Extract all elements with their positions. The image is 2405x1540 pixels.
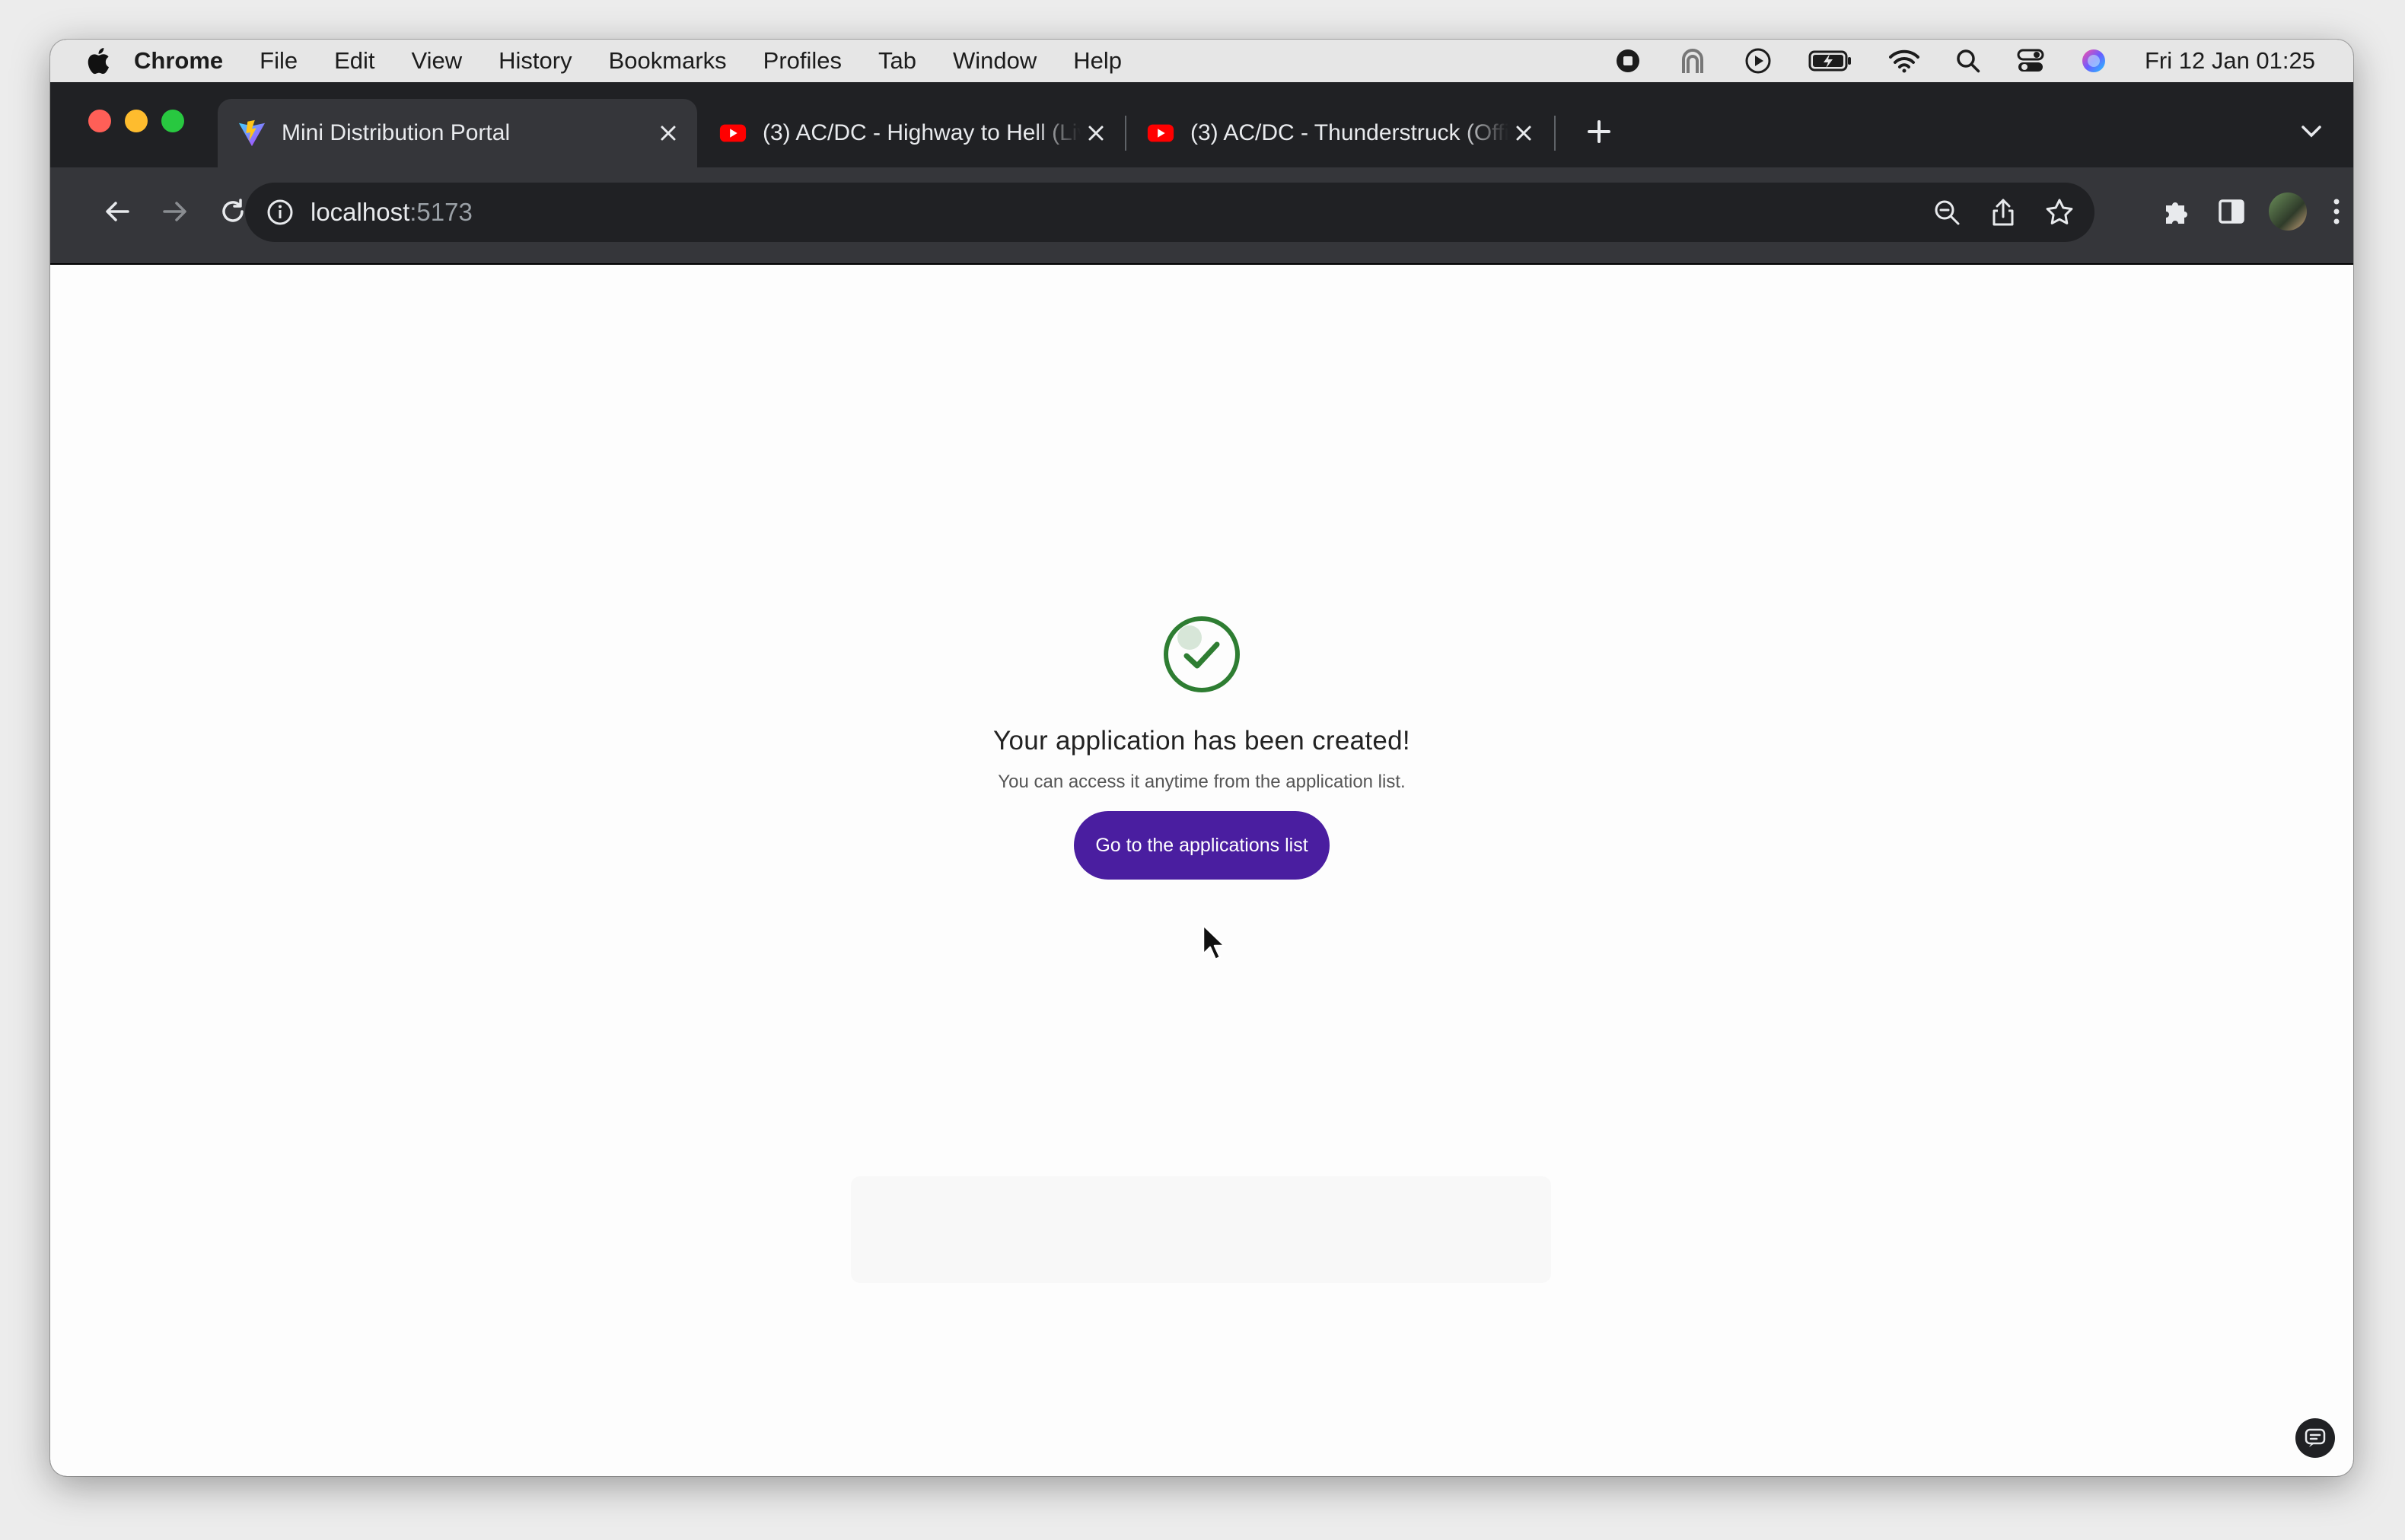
close-tab-icon[interactable] xyxy=(653,118,683,148)
success-panel: Your application has been created! You c… xyxy=(50,615,2353,880)
tab-title: Mini Distribution Portal xyxy=(282,120,511,145)
tab-mini-distribution-portal[interactable]: Mini Distribution Portal xyxy=(218,99,697,167)
zoom-icon[interactable] xyxy=(1924,189,1970,235)
menu-file[interactable]: File xyxy=(260,47,298,75)
play-icon[interactable] xyxy=(1744,47,1772,75)
avatar xyxy=(2269,192,2307,231)
tab-title: (3) AC/DC - Thunderstruck (Official xyxy=(1190,120,1508,145)
page-viewport: Your application has been created! You c… xyxy=(50,265,2353,1476)
tab-title: (3) AC/DC - Highway to Hell (Live xyxy=(763,120,1081,145)
control-center-icon[interactable] xyxy=(2017,49,2044,73)
window-controls xyxy=(88,110,198,132)
go-to-applications-list-button[interactable]: Go to the applications list xyxy=(1074,811,1330,880)
tab-highway-to-hell[interactable]: (3) AC/DC - Highway to Hell (Live xyxy=(699,99,1125,167)
url-text[interactable]: localhost:5173 xyxy=(311,198,473,227)
extensions-button[interactable] xyxy=(2152,189,2198,234)
faded-toast xyxy=(851,1176,1551,1283)
wifi-icon[interactable] xyxy=(1888,49,1919,73)
tab-separator xyxy=(1554,116,1556,151)
mouse-cursor-icon xyxy=(1202,924,1226,961)
browser-toolbar: localhost:5173 xyxy=(50,167,2353,265)
chevron-down-icon xyxy=(2301,126,2321,138)
page-title: Your application has been created! xyxy=(993,726,1410,756)
menu-profiles[interactable]: Profiles xyxy=(763,47,842,75)
reload-icon xyxy=(222,199,244,222)
success-check-icon xyxy=(1164,616,1240,692)
status-area: Fri 12 Jan 01:25 xyxy=(1578,46,2315,76)
youtube-icon xyxy=(719,124,747,142)
chrome-menu-button[interactable] xyxy=(2321,189,2352,234)
menu-edit[interactable]: Edit xyxy=(334,47,374,75)
close-window-button[interactable] xyxy=(88,110,111,132)
vpn-icon[interactable] xyxy=(1677,46,1708,76)
menu-view[interactable]: View xyxy=(412,47,463,75)
tab-search-button[interactable] xyxy=(2292,113,2330,151)
omnibox-actions xyxy=(1913,189,2082,235)
puzzle-icon xyxy=(2166,202,2187,224)
youtube-icon xyxy=(1147,124,1174,142)
siri-icon[interactable] xyxy=(2081,48,2107,74)
close-tab-icon[interactable] xyxy=(1508,118,1539,148)
chat-icon xyxy=(2305,1428,2326,1447)
share-icon[interactable] xyxy=(1980,189,2026,235)
feedback-button[interactable] xyxy=(2295,1418,2335,1458)
arrow-right-icon xyxy=(163,202,186,221)
vite-icon xyxy=(238,119,266,147)
apple-logo-icon[interactable] xyxy=(84,46,111,76)
bookmark-star-icon[interactable] xyxy=(2037,189,2082,235)
record-icon[interactable] xyxy=(1615,48,1641,74)
browser-window: Chrome File Edit View History Bookmarks … xyxy=(50,40,2353,1476)
menu-window[interactable]: Window xyxy=(953,47,1037,75)
page-subtitle: You can access it anytime from the appli… xyxy=(998,772,1406,792)
battery-icon[interactable] xyxy=(1808,49,1852,72)
arrow-left-icon xyxy=(106,202,129,221)
menu-tab[interactable]: Tab xyxy=(878,47,916,75)
menu-chrome[interactable]: Chrome xyxy=(134,47,223,75)
site-info-icon[interactable] xyxy=(265,197,295,228)
new-tab-button[interactable] xyxy=(1580,113,1618,151)
menubar-clock[interactable]: Fri 12 Jan 01:25 xyxy=(2145,47,2315,75)
close-tab-icon[interactable] xyxy=(1081,118,1111,148)
menu-bookmarks[interactable]: Bookmarks xyxy=(609,47,727,75)
menu-help[interactable]: Help xyxy=(1073,47,1122,75)
tab-thunderstruck[interactable]: (3) AC/DC - Thunderstruck (Official xyxy=(1126,99,1553,167)
spotlight-icon[interactable] xyxy=(1956,49,1980,73)
macos-menubar: Chrome File Edit View History Bookmarks … xyxy=(50,40,2353,82)
address-bar[interactable]: localhost:5173 xyxy=(245,183,2094,242)
profile-button[interactable] xyxy=(2265,189,2311,234)
side-panel-button[interactable] xyxy=(2209,189,2254,234)
kebab-menu-icon xyxy=(2333,199,2340,224)
menu-history[interactable]: History xyxy=(499,47,572,75)
side-panel-icon xyxy=(2219,199,2244,224)
back-button[interactable] xyxy=(94,189,140,234)
minimize-window-button[interactable] xyxy=(125,110,148,132)
zoom-window-button[interactable] xyxy=(161,110,184,132)
plus-icon xyxy=(1588,120,1610,143)
forward-button[interactable] xyxy=(152,189,198,234)
